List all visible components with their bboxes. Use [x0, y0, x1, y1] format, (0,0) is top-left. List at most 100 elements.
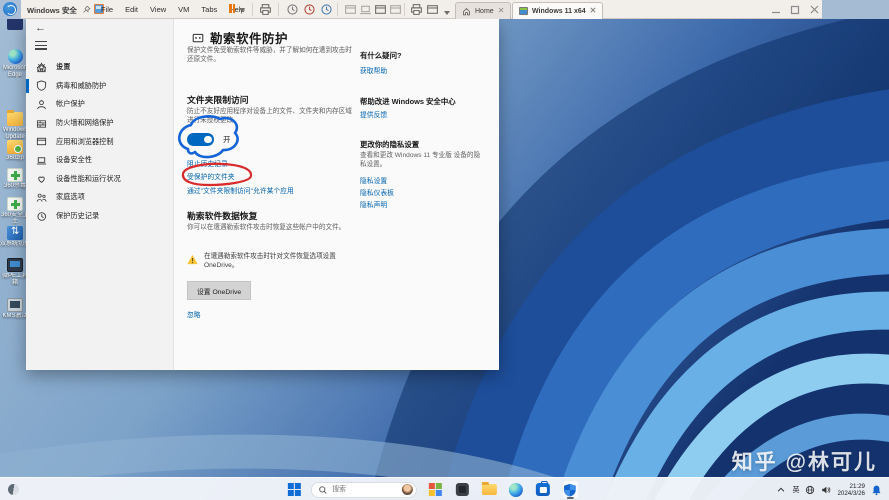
- menu-edit[interactable]: Edit: [125, 5, 138, 14]
- give-feedback-link[interactable]: 提供反馈: [360, 109, 387, 119]
- question-title: 有什么疑问?: [360, 51, 402, 60]
- maximize-button[interactable]: [790, 5, 800, 15]
- security-sidebar: ← 主页 病毒和威胁防护 帐户保护 防火墙和网络保护 应用和浏览器控制 设备安全…: [26, 19, 174, 370]
- taskbar-center-icons: [287, 478, 579, 500]
- page-intro: 保护文件免受勒索软件等威胁，并了解如何在遭到攻击时还原文件。: [187, 47, 352, 63]
- taskbar-search[interactable]: [310, 481, 417, 498]
- tab-home-close-icon[interactable]: ✕: [498, 7, 505, 15]
- send-ctrl-alt-del-icon[interactable]: [259, 3, 272, 16]
- onedrive-warning-text: 在遭遇勒索软件攻击时针对文件恢复选项设置 OneDrive。: [204, 253, 336, 269]
- taskbar-dark-app[interactable]: [453, 480, 470, 499]
- cfa-section-desc: 防止不友好应用程序对设备上的文件、文件夹和内存区域进行未授权更改。: [187, 108, 352, 124]
- show-thumbnail-bar-icon[interactable]: [359, 3, 372, 16]
- free-stretch-icon[interactable]: [410, 3, 423, 16]
- folder-icon: [7, 110, 23, 126]
- host-app-icon[interactable]: [3, 2, 17, 16]
- power-dropdown-caret[interactable]: [239, 8, 245, 12]
- vm-window-title: Windows 安全: [27, 6, 77, 15]
- cfa-toggle-row: 开: [187, 133, 231, 146]
- dismiss-link[interactable]: 忽略: [187, 309, 201, 319]
- privacy-dashboard-link[interactable]: 隐私仪表板: [360, 187, 394, 197]
- speaker-icon[interactable]: [821, 485, 831, 495]
- green-cross-icon: [7, 168, 23, 182]
- guest-screen: Microsoft Edge Windows Update 360zip 360…: [0, 19, 889, 500]
- protected-folders-link[interactable]: 受保护的文件夹: [187, 171, 235, 181]
- sidebar-item-settings[interactable]: 设置: [26, 58, 173, 77]
- menu-view[interactable]: View: [150, 5, 166, 14]
- taskbar-store[interactable]: [534, 480, 551, 499]
- edge-icon: [508, 482, 523, 497]
- windows-security-shield-icon: [563, 483, 577, 497]
- tab-windows11-x64[interactable]: Windows 11 x64 ✕: [512, 2, 604, 19]
- search-input[interactable]: [330, 485, 393, 494]
- cfa-toggle-state-label: 开: [223, 134, 231, 144]
- minimize-button[interactable]: [771, 5, 781, 15]
- fullscreen-icon[interactable]: [426, 3, 439, 16]
- system-tray: 英 21:29 2024/3/26: [776, 478, 882, 500]
- tab-home-label: Home: [475, 7, 494, 15]
- taskbar-windows-security-active[interactable]: [561, 480, 579, 499]
- vmware-toolbar: Windows 安全 File Edit View VM Tabs Help H…: [0, 0, 889, 19]
- tv-icon: [7, 298, 23, 312]
- host-desktop-sliver-left: [0, 0, 21, 19]
- unity-view-icon[interactable]: [389, 3, 402, 16]
- setup-onedrive-button[interactable]: 设置 OneDrive: [187, 281, 252, 300]
- dark-app-icon: [455, 483, 469, 496]
- cfa-section-title: 文件夹限制访问: [187, 95, 249, 105]
- ransomware-protection-icon: [192, 32, 204, 44]
- privacy-settings-link[interactable]: 隐私设置: [360, 175, 387, 185]
- taskbar-edge[interactable]: [507, 480, 524, 499]
- console-view-icon[interactable]: [374, 3, 387, 16]
- snapshot-manager-icon[interactable]: [320, 3, 333, 16]
- menu-file[interactable]: File: [101, 5, 113, 14]
- vmware-workstation-window: Windows 安全 File Edit View VM Tabs Help H…: [0, 0, 889, 500]
- back-arrow-icon[interactable]: ←: [35, 22, 46, 34]
- hamburger-menu-icon[interactable]: [35, 41, 47, 50]
- clock-date: 2024/3/26: [837, 489, 865, 497]
- tab-vm-label: Windows 11 x64: [532, 7, 586, 15]
- cfa-toggle-on[interactable]: [187, 133, 214, 146]
- tab-home[interactable]: Home ✕: [455, 2, 512, 19]
- vm-tab-icon: [519, 7, 528, 15]
- ime-indicator[interactable]: 英: [792, 485, 799, 495]
- get-help-link[interactable]: 获取帮助: [360, 65, 387, 75]
- privacy-statement-link[interactable]: 隐私声明: [360, 199, 387, 209]
- sidebar-settings: 设置: [26, 58, 173, 365]
- app-icon: [7, 19, 23, 30]
- snapshot-revert-icon[interactable]: [303, 3, 316, 16]
- tab-vm-close-icon[interactable]: ✕: [590, 7, 597, 15]
- taskbar: 英 21:29 2024/3/26: [0, 477, 889, 500]
- pin-icon[interactable]: [82, 5, 91, 14]
- microsoft-store-icon: [535, 481, 550, 496]
- page-title: 勒索软件防护: [210, 32, 289, 46]
- privacy-title: 更改你的隐私设置: [360, 140, 420, 149]
- recovery-section-desc: 你可以在遭遇勒索软件攻击时恢复这些帐户中的文件。: [187, 224, 346, 231]
- show-library-icon[interactable]: [344, 3, 357, 16]
- warning-triangle-icon: [187, 254, 198, 265]
- taskbar-file-explorer[interactable]: [480, 480, 497, 499]
- window-controls: [771, 0, 820, 19]
- tray-chevron-up-icon[interactable]: [776, 485, 786, 495]
- onedrive-warning: 在遭遇勒索软件攻击时针对文件恢复选项设置 OneDrive。: [187, 252, 347, 270]
- home-icon: [462, 7, 471, 16]
- improve-title: 帮助改进 Windows 安全中心: [360, 97, 456, 106]
- menu-tabs[interactable]: Tabs: [201, 5, 217, 14]
- taskbar-task-view[interactable]: [426, 480, 443, 499]
- search-highlight-avatar: [401, 484, 413, 495]
- allow-app-link[interactable]: 通过"文件夹限制访问"允许某个应用: [187, 185, 294, 195]
- taskbar-corner-widget-icon[interactable]: [8, 484, 19, 495]
- notification-bell-icon[interactable]: [871, 484, 882, 496]
- clock[interactable]: 21:29 2024/3/26: [837, 483, 865, 497]
- file-explorer-icon: [481, 482, 497, 495]
- arrows-icon: [7, 226, 23, 240]
- block-history-link[interactable]: 阻止历史记录: [187, 158, 228, 168]
- zhihu-watermark: 知乎 @林可儿: [731, 451, 877, 474]
- start-button[interactable]: [287, 483, 301, 496]
- snapshot-take-icon[interactable]: [286, 3, 299, 16]
- pause-vm-button[interactable]: [229, 4, 245, 13]
- network-globe-icon[interactable]: [805, 485, 815, 495]
- menu-vm[interactable]: VM: [178, 5, 189, 14]
- close-button[interactable]: [809, 4, 820, 15]
- recovery-section-title: 勒索软件数据恢复: [187, 211, 258, 221]
- view-dropdown-caret[interactable]: [444, 11, 450, 15]
